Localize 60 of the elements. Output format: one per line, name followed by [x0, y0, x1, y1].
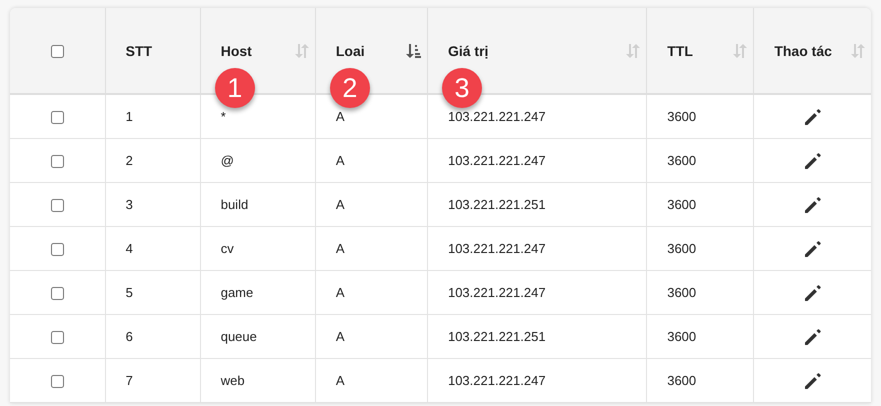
table-cell: A [336, 285, 345, 300]
table-cell: 7 [126, 373, 133, 388]
column-header: Thao tác [774, 42, 832, 58]
table-cell: A [336, 109, 345, 124]
table-cell: 103.221.221.247 [448, 285, 546, 300]
table-cell: 103.221.221.247 [448, 373, 546, 388]
row-checkbox[interactable] [50, 331, 64, 344]
pencil-icon [802, 106, 823, 126]
table-cell: cv [220, 241, 234, 256]
table-cell: 3600 [667, 109, 696, 124]
column-header: Giá trị [448, 42, 488, 58]
table-cell: 5 [126, 285, 133, 300]
column-header: Host [220, 42, 252, 58]
table-cell: 103.221.221.247 [448, 109, 546, 124]
row-checkbox[interactable] [50, 243, 64, 256]
table-cell: A [336, 241, 345, 256]
row-checkbox[interactable] [50, 155, 64, 168]
table-cell: 3600 [667, 241, 696, 256]
table-cell: A [336, 197, 345, 212]
table-cell: @ [220, 153, 234, 168]
table-cell: web [220, 373, 245, 388]
row-checkbox[interactable] [50, 287, 64, 300]
column-header: STT [126, 42, 152, 58]
row-checkbox[interactable] [50, 199, 64, 212]
number-badge: 2 [330, 68, 370, 108]
select-all-checkbox[interactable] [50, 45, 64, 58]
table-cell: build [220, 197, 248, 212]
row-checkbox[interactable] [50, 111, 64, 124]
table-cell: 103.221.221.247 [448, 153, 546, 168]
table-cell: 6 [126, 329, 133, 344]
sort-descending-icon[interactable] [404, 42, 421, 58]
table-cell: 3600 [667, 197, 696, 212]
column-header: Loai [336, 42, 365, 58]
table-cell: 3600 [667, 329, 696, 344]
number-badge: 1 [214, 68, 255, 108]
table-cell: 3600 [667, 373, 696, 388]
pencil-icon [802, 326, 823, 346]
table-cell: 103.221.221.247 [448, 241, 546, 256]
column-header: TTL [667, 42, 693, 58]
pencil-icon [802, 194, 823, 214]
pencil-icon [802, 150, 823, 170]
table-cell: 103.221.221.251 [448, 197, 546, 212]
table-cell: A [336, 329, 345, 344]
number-badge: 3 [442, 68, 482, 108]
table-cell: 4 [126, 241, 133, 256]
table-cell: A [336, 373, 345, 388]
pencil-icon [802, 370, 823, 390]
table-cell: game [220, 285, 254, 300]
table-cell: 1 [126, 109, 133, 124]
table-cell: A [336, 153, 345, 168]
table-cell: 3 [126, 197, 133, 212]
table-cell: queue [220, 329, 257, 344]
table-cell: * [220, 109, 226, 124]
table-cell: 103.221.221.251 [448, 329, 546, 344]
table-cell: 3600 [667, 153, 696, 168]
pencil-icon [802, 238, 823, 258]
table-cell: 3600 [667, 285, 696, 300]
table-cell: 2 [126, 153, 133, 168]
row-checkbox[interactable] [50, 375, 64, 388]
pencil-icon [802, 282, 823, 302]
